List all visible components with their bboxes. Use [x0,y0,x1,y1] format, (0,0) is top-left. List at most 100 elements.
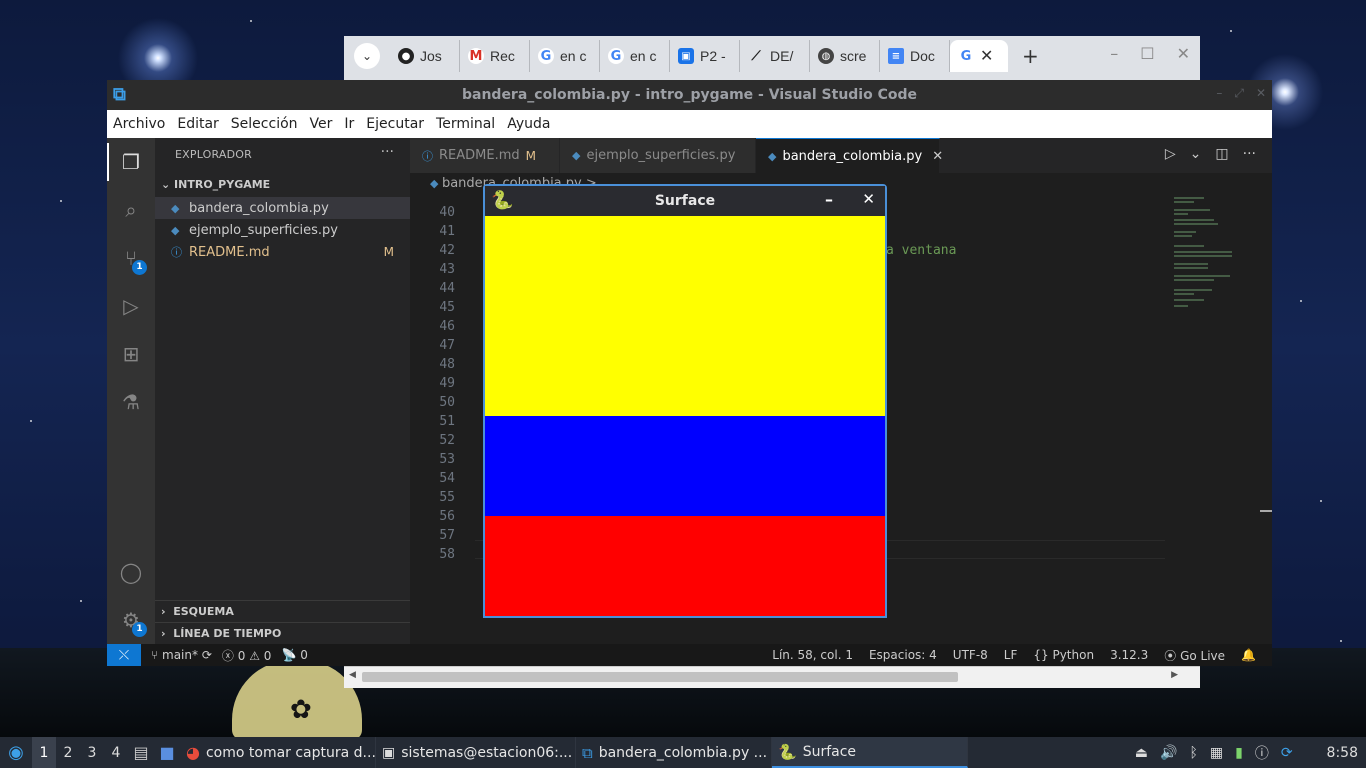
menu-ir[interactable]: Ir [344,116,354,132]
workspace-3[interactable]: 3 [80,737,104,768]
menu-editar[interactable]: Editar [177,116,218,132]
more-actions-icon[interactable]: ··· [381,144,394,160]
timeline-section[interactable]: › LÍNEA DE TIEMPO [155,622,410,644]
remote-indicator[interactable]: ⤬ [107,644,141,666]
menu-ejecutar[interactable]: Ejecutar [366,116,424,132]
chrome-tab-active[interactable]: G ✕ [950,40,1008,72]
explorer-icon[interactable]: ❐ [119,150,143,174]
chevron-down-icon: ⌄ [361,49,373,63]
chrome-tab[interactable]: Gen c [600,40,670,72]
minimize-icon[interactable]: – [1216,86,1222,101]
scroll-left-icon[interactable]: ◀ [349,670,356,680]
close-icon[interactable]: ✕ [1256,86,1266,101]
indentation[interactable]: Espacios: 4 [869,648,937,662]
tab-readme[interactable]: ⓘ README.md M [410,138,560,173]
settings-badge: 1 [132,622,147,637]
run-debug-icon[interactable]: ▷ [119,294,143,318]
account-icon[interactable]: ◯ [119,560,143,584]
volume-icon[interactable]: 🔊 [1160,745,1177,761]
extensions-icon[interactable]: ⊞ [119,342,143,366]
chrome-tab[interactable]: ▣ P2 - [670,40,740,72]
task-vscode[interactable]: ⧉ bandera_colombia.py ... [576,737,772,768]
end-of-line[interactable]: LF [1004,648,1018,662]
chrome-tab[interactable]: Gen c [530,40,600,72]
chrome-tab-label: scre [840,48,867,64]
outline-section[interactable]: › ESQUEMA [155,600,410,622]
maximize-icon[interactable]: ⤢ [1234,86,1244,101]
chevron-right-icon: › [161,627,174,640]
chrome-tab[interactable]: ⟋ DE/ [740,40,810,72]
chrome-tab[interactable]: ≡ Doc [880,40,950,72]
task-terminal[interactable]: ▣ sistemas@estacion06:... [376,737,576,768]
minimize-icon[interactable]: – [825,190,833,209]
file-item-ejemplo-superficies[interactable]: ◆ ejemplo_superficies.py [155,219,410,241]
show-desktop-launcher[interactable]: ■ [154,737,180,768]
minimize-icon[interactable]: – [1110,44,1118,63]
menu-seleccion[interactable]: Selección [231,116,298,132]
project-folder[interactable]: ⌄ INTRO_PYGAME [161,178,270,191]
cursor-position[interactable]: Lín. 58, col. 1 [772,648,853,662]
problems-status[interactable]: ⓧ 0 ⚠ 0 [222,647,272,664]
python-file-icon: ◆ [171,223,180,237]
more-actions-icon[interactable]: ··· [1243,146,1256,162]
chrome-tab[interactable]: ● Jos [390,40,460,72]
scrollbar-thumb[interactable] [362,672,958,682]
go-live-button[interactable]: ⦿ Go Live [1164,647,1225,664]
search-icon[interactable]: ⌕ [119,198,143,222]
file-manager-launcher[interactable]: ▤ [128,737,154,768]
battery-icon[interactable]: ▮ [1235,745,1243,761]
workspace-1[interactable]: 1 [32,737,56,768]
new-tab-button[interactable]: + [1022,44,1039,68]
tab-ejemplo-superficies[interactable]: ◆ ejemplo_superficies.py [560,138,756,173]
flag-stripe-red [485,516,885,616]
activity-bar: ❐ ⌕ ⑂ 1 ▷ ⊞ ⚗ ◯ ⚙ 1 [107,138,155,644]
close-icon[interactable]: ✕ [980,46,993,66]
encoding[interactable]: UTF-8 [953,648,988,662]
tab-bandera-colombia[interactable]: ◆ bandera_colombia.py ✕ [756,138,943,173]
pygame-titlebar[interactable]: 🐍 Surface – ✕ [485,186,885,216]
chevron-right-icon: › [161,605,174,618]
scroll-right-icon[interactable]: ▶ [1171,670,1178,680]
update-icon[interactable]: ⟳ [1281,745,1293,761]
notification-icon[interactable]: ⓘ [1255,743,1269,763]
workspace-2[interactable]: 2 [56,737,80,768]
chrome-tab[interactable]: ◍ scre [810,40,880,72]
task-surface[interactable]: 🐍 Surface [772,737,968,768]
menu-ayuda[interactable]: Ayuda [507,116,550,132]
close-icon[interactable]: ✕ [932,149,943,164]
pygame-window[interactable]: 🐍 Surface – ✕ [483,184,887,618]
testing-icon[interactable]: ⚗ [119,390,143,414]
branch-status[interactable]: ⑂ main* ⟳ [151,648,212,662]
menu-ver[interactable]: Ver [310,116,333,132]
python-version[interactable]: 3.12.3 [1110,648,1148,662]
close-icon[interactable]: ✕ [862,190,875,208]
notifications-bell-icon[interactable]: 🔔 [1241,648,1256,662]
go-live-label: Go Live [1180,648,1226,663]
maximize-icon[interactable]: ☐ [1140,44,1154,63]
file-item-bandera-colombia[interactable]: ◆ bandera_colombia.py [155,197,410,219]
language-mode[interactable]: {} Python [1033,648,1094,662]
menu-terminal[interactable]: Terminal [436,116,495,132]
removable-media-icon[interactable]: ⏏ [1135,745,1148,761]
ports-status[interactable]: 📡 0 [281,648,307,662]
remote-icon: ⤬ [118,647,130,663]
run-icon[interactable]: ▷ [1165,146,1176,162]
chrome-tab[interactable]: M Rec [460,40,530,72]
chevron-down-icon[interactable]: ⌄ [1190,146,1202,162]
bluetooth-icon[interactable]: ᛒ [1189,745,1197,761]
start-menu-button[interactable]: ◉ [0,737,32,768]
chrome-window-controls: – ☐ ✕ [1110,44,1190,63]
task-chrome[interactable]: ◕ como tomar captura d... [180,737,376,768]
minimap[interactable] [1172,195,1257,325]
chrome-horizontal-scrollbar[interactable]: ◀ ▶ [344,666,1200,688]
clock[interactable]: 8:58 [1327,745,1358,761]
pygame-icon: 🐍 [778,742,797,761]
network-icon[interactable]: ▦ [1210,745,1223,761]
file-item-readme[interactable]: ⓘ README.md M [155,241,410,263]
tab-search-button[interactable]: ⌄ [354,43,380,69]
close-icon[interactable]: ✕ [1177,44,1190,63]
split-editor-icon[interactable]: ◫ [1215,146,1228,162]
workspace-4[interactable]: 4 [104,737,128,768]
menu-archivo[interactable]: Archivo [113,116,165,132]
chrome-tab-label: Jos [420,48,442,64]
